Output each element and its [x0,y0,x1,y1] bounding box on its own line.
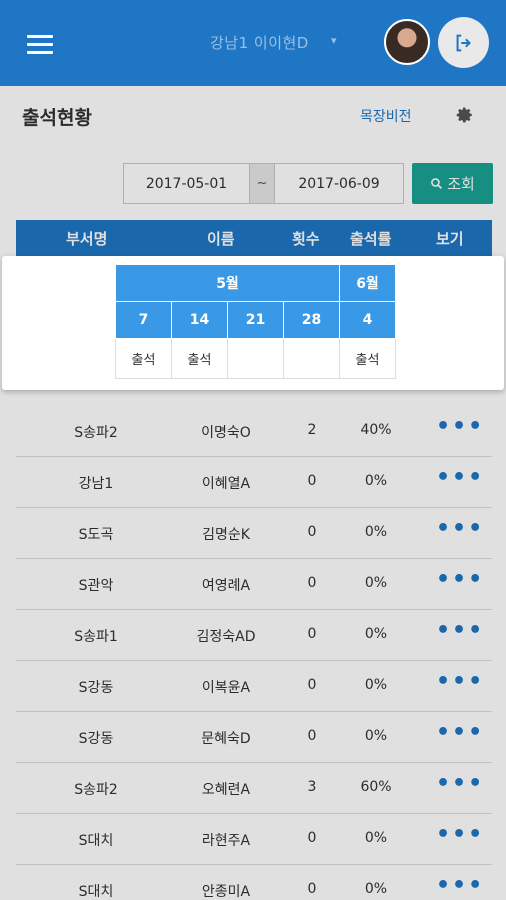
day-header: 7 [115,301,172,339]
logout-button[interactable] [438,17,489,68]
attendance-calendar: 5월 6월 7 14 21 28 4 출석 출석 출석 [115,264,396,379]
user-name[interactable]: 강남1 이이현D [210,32,309,53]
avatar[interactable] [384,19,430,65]
day-header: 21 [227,301,284,339]
day-header: 4 [339,301,396,339]
attendance-detail-popup: 5월 6월 7 14 21 28 4 출석 출석 출석 [2,256,504,390]
attendance-cell: 출석 [171,338,228,379]
attendance-cell: 출석 [339,338,396,379]
month-header: 6월 [339,264,396,302]
hamburger-icon[interactable] [27,35,53,55]
chevron-down-icon[interactable]: ▾ [331,34,337,47]
day-header: 28 [283,301,340,339]
attendance-cell [283,338,340,379]
month-header: 5월 [115,264,340,302]
logout-icon [456,34,471,51]
attendance-cell [227,338,284,379]
top-app-bar: 강남1 이이현D ▾ [0,0,506,86]
day-header: 14 [171,301,228,339]
modal-backdrop[interactable] [0,86,506,900]
attendance-cell: 출석 [115,338,172,379]
